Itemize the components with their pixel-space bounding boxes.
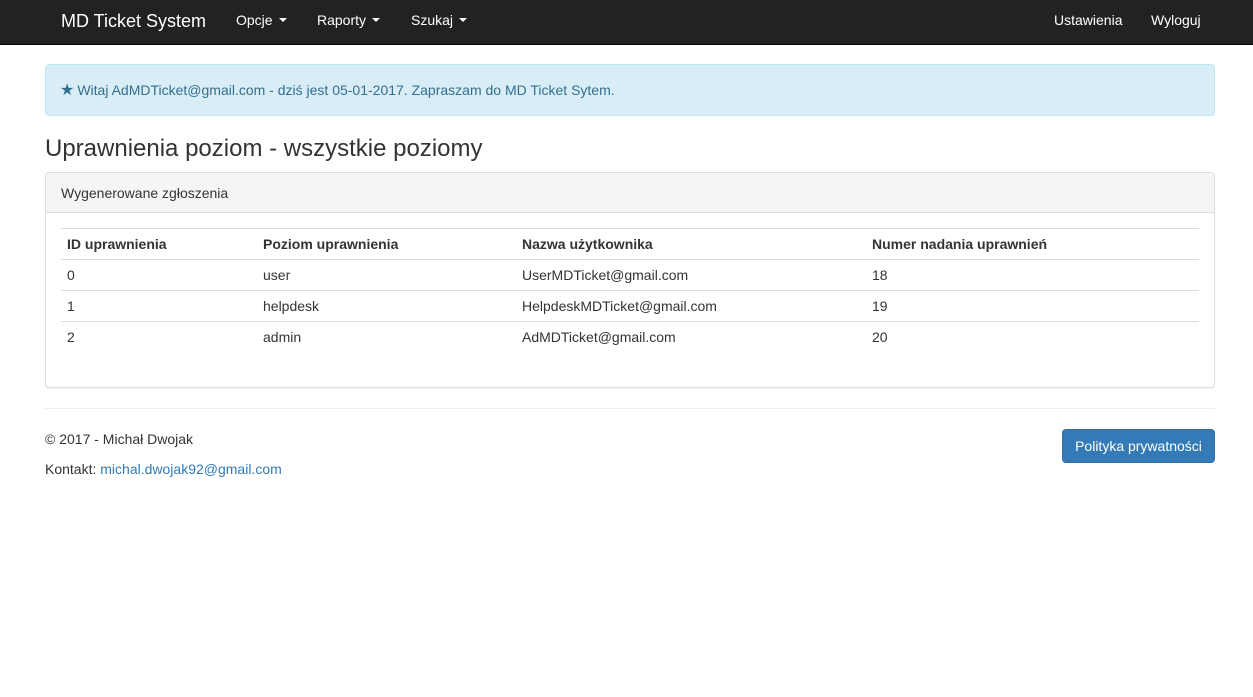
cell-grant-number: 20: [872, 329, 888, 346]
cell-id: 1: [61, 290, 257, 322]
permissions-panel: Wygenerowane zgłoszenia ID uprawnienia P…: [45, 172, 1215, 388]
caret-down-icon: [372, 18, 381, 23]
menu-raporty-label: Raporty: [317, 12, 367, 28]
cell-level: helpdesk: [257, 290, 516, 322]
menu-opcje[interactable]: Opcje: [236, 0, 287, 45]
table-row: 0 user UserMDTicket@gmail.com 18: [61, 259, 1199, 291]
column-header-username: Nazwa użytkownika: [516, 228, 866, 260]
brand-link[interactable]: MD Ticket System: [61, 0, 206, 45]
logout-link[interactable]: Wyloguj: [1151, 0, 1201, 45]
cell-id: 2: [67, 329, 75, 346]
settings-link[interactable]: Ustawienia: [1054, 0, 1122, 45]
caret-down-icon: [278, 18, 287, 23]
caret-down-icon: [459, 18, 468, 23]
cell-grant-number: 18: [866, 259, 1199, 291]
page-title: Uprawnienia poziom - wszystkie poziomy: [45, 135, 483, 162]
permissions-table: ID uprawnienia Poziom uprawnienia Nazwa …: [61, 228, 1199, 353]
top-navbar: MD Ticket System Opcje Raporty Szukaj Us…: [0, 0, 1253, 45]
privacy-policy-button[interactable]: Polityka prywatności: [1062, 429, 1215, 463]
menu-szukaj[interactable]: Szukaj: [411, 0, 468, 45]
cell-username: AdMDTicket@gmail.com: [522, 329, 676, 346]
footer-contact: Kontakt: michal.dwojak92@gmail.com: [45, 461, 282, 477]
contact-label: Kontakt:: [45, 461, 97, 477]
star-icon: ★: [60, 82, 75, 99]
cell-username: UserMDTicket@gmail.com: [516, 259, 866, 291]
menu-szukaj-label: Szukaj: [411, 12, 454, 28]
cell-grant-number: 19: [866, 290, 1199, 322]
cell-level: admin: [263, 329, 302, 346]
menu-opcje-label: Opcje: [236, 12, 273, 28]
contact-email-link[interactable]: michal.dwojak92@gmail.com: [100, 461, 282, 477]
footer-copyright: © 2017 - Michał Dwojak: [45, 431, 194, 447]
welcome-text: Witaj AdMDTicket@gmail.com - dziś jest 0…: [77, 82, 615, 98]
cell-level: user: [257, 259, 516, 291]
column-header-id: ID uprawnienia: [61, 228, 257, 260]
table-row: 2 admin AdMDTicket@gmail.com 20: [61, 322, 1199, 353]
cell-id: 0: [61, 259, 257, 291]
menu-raporty[interactable]: Raporty: [317, 0, 381, 45]
column-header-grant-number: Numer nadania uprawnień: [866, 228, 1199, 260]
table-row: 1 helpdesk HelpdeskMDTicket@gmail.com 19: [61, 290, 1199, 322]
cell-username: HelpdeskMDTicket@gmail.com: [516, 290, 866, 322]
panel-heading: Wygenerowane zgłoszenia: [46, 173, 1214, 213]
welcome-alert: ★ Witaj AdMDTicket@gmail.com - dziś jest …: [45, 64, 1215, 116]
footer-divider: [45, 408, 1215, 409]
column-header-level: Poziom uprawnienia: [257, 228, 516, 260]
table-header-row: ID uprawnienia Poziom uprawnienia Nazwa …: [61, 228, 1199, 260]
